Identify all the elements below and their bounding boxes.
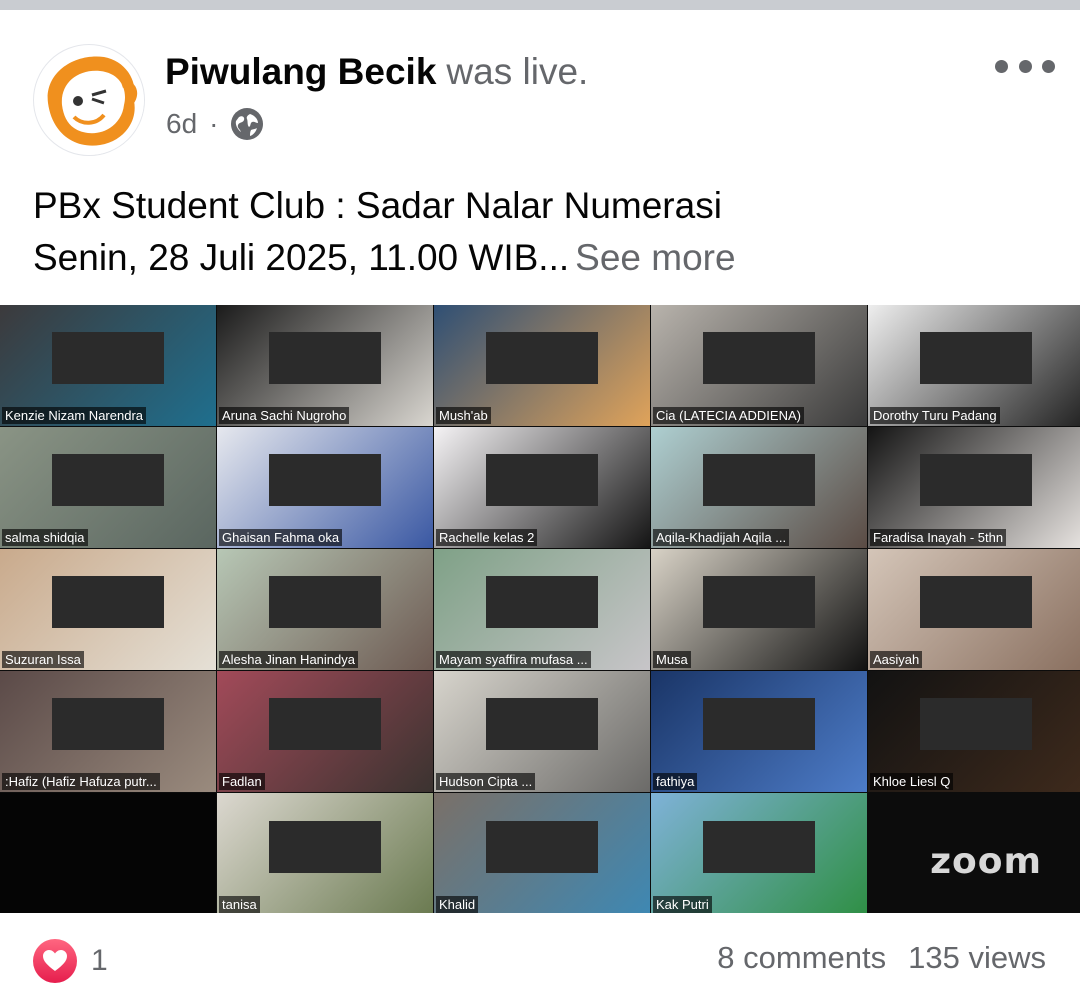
participant-tile: Cia (LATECIA ADDIENA) bbox=[651, 305, 867, 426]
face-redaction-box bbox=[920, 454, 1032, 507]
top-divider bbox=[0, 0, 1080, 10]
caption-line-2: Senin, 28 Juli 2025, 11.00 WIB... See mor… bbox=[33, 232, 1053, 284]
participant-name: fathiya bbox=[653, 773, 698, 790]
face-redaction-box bbox=[486, 576, 598, 629]
participant-name: Aasiyah bbox=[870, 651, 923, 668]
participant-tile: Mayam syaffira mufasa ... bbox=[434, 549, 650, 670]
participant-name: Khalid bbox=[436, 896, 479, 913]
participant-tile: zoom bbox=[868, 793, 1080, 915]
participant-name: Cia (LATECIA ADDIENA) bbox=[653, 407, 804, 424]
face-redaction-box bbox=[52, 698, 164, 751]
participant-name: Aqila-Khadijah Aqila ... bbox=[653, 529, 790, 546]
comments-count-link[interactable]: 8 comments bbox=[717, 940, 886, 975]
participant-tile: tanisa bbox=[217, 793, 433, 915]
face-redaction-box bbox=[486, 454, 598, 507]
participant-tile: Suzuran Issa bbox=[0, 549, 216, 670]
participant-name: Alesha Jinan Hanindya bbox=[219, 651, 358, 668]
participant-tile: Hudson Cipta ... bbox=[434, 671, 650, 792]
globe-icon[interactable] bbox=[230, 107, 264, 141]
participant-tile: Aqila-Khadijah Aqila ... bbox=[651, 427, 867, 548]
face-redaction-box bbox=[486, 698, 598, 751]
participant-tile bbox=[0, 793, 216, 915]
post-caption: PBx Student Club : Sadar Nalar Numerasi … bbox=[33, 180, 1053, 284]
post-stats: 8 comments 135 views bbox=[717, 940, 1046, 976]
participant-tile: Aruna Sachi Nugroho bbox=[217, 305, 433, 426]
face-redaction-box bbox=[269, 576, 381, 629]
participant-tile: Khalid bbox=[434, 793, 650, 915]
post-time[interactable]: 6d bbox=[166, 108, 197, 140]
participant-name: Fadlan bbox=[219, 773, 265, 790]
face-redaction-box bbox=[52, 332, 164, 385]
participant-tile: Alesha Jinan Hanindya bbox=[217, 549, 433, 670]
participant-tile: Fadlan bbox=[217, 671, 433, 792]
participant-tile: Rachelle kelas 2 bbox=[434, 427, 650, 548]
heart-reaction-icon bbox=[33, 939, 77, 983]
mascot-logo-icon bbox=[36, 47, 144, 155]
face-redaction-box bbox=[703, 454, 815, 507]
participant-name: Faradisa Inayah - 5thn bbox=[870, 529, 1007, 546]
reaction-count: 1 bbox=[91, 944, 108, 977]
more-dot bbox=[995, 59, 1008, 73]
participant-name: Mayam syaffira mufasa ... bbox=[436, 651, 591, 668]
participant-tile: Aasiyah bbox=[868, 549, 1080, 670]
post-header: Piwulang Becik was live. bbox=[165, 48, 588, 96]
participant-name: :Hafiz (Hafiz Hafuza putr... bbox=[2, 773, 160, 790]
live-status-text: was live. bbox=[446, 51, 589, 92]
face-redaction-box bbox=[486, 820, 598, 873]
participant-name: tanisa bbox=[219, 896, 260, 913]
face-redaction-box bbox=[703, 576, 815, 629]
caption-line-1: PBx Student Club : Sadar Nalar Numerasi bbox=[33, 185, 722, 226]
participant-name: Aruna Sachi Nugroho bbox=[219, 407, 350, 424]
participant-tile: Mush'ab bbox=[434, 305, 650, 426]
participant-tile: salma shidqia bbox=[0, 427, 216, 548]
face-redaction-box bbox=[269, 698, 381, 751]
participant-name: Kak Putri bbox=[653, 896, 712, 913]
see-more-link[interactable]: See more bbox=[575, 237, 735, 278]
participant-name: Khloe Liesl Q bbox=[870, 773, 954, 790]
participant-tile: Ghaisan Fahma oka bbox=[217, 427, 433, 548]
participant-tile: Khloe Liesl Q bbox=[868, 671, 1080, 792]
participant-name: Hudson Cipta ... bbox=[436, 773, 536, 790]
participant-name: Musa bbox=[653, 651, 691, 668]
participant-name: Kenzie Nizam Narendra bbox=[2, 407, 147, 424]
participant-name: Ghaisan Fahma oka bbox=[219, 529, 343, 546]
participant-tile: Kak Putri bbox=[651, 793, 867, 915]
caption-line-2-text: Senin, 28 Juli 2025, 11.00 WIB... bbox=[33, 237, 570, 278]
face-redaction-box bbox=[269, 332, 381, 385]
participant-tile: :Hafiz (Hafiz Hafuza putr... bbox=[0, 671, 216, 792]
post-footer: 1 8 comments 135 views bbox=[0, 913, 1080, 997]
face-redaction-box bbox=[703, 820, 815, 873]
face-redaction-box bbox=[920, 698, 1032, 751]
participant-tile: fathiya bbox=[651, 671, 867, 792]
participant-name: salma shidqia bbox=[2, 529, 88, 546]
participant-name: Mush'ab bbox=[436, 407, 491, 424]
face-redaction-box bbox=[920, 332, 1032, 385]
reactions[interactable]: 1 bbox=[33, 939, 108, 983]
live-video-thumbnail[interactable]: Kenzie Nizam Narendra Aruna Sachi Nugroho… bbox=[0, 305, 1080, 915]
participant-tile: Kenzie Nizam Narendra bbox=[0, 305, 216, 426]
participant-tile: Dorothy Turu Padang bbox=[868, 305, 1080, 426]
more-dot bbox=[1018, 59, 1032, 73]
post-meta: 6d · bbox=[166, 105, 264, 143]
participant-name: Dorothy Turu Padang bbox=[870, 407, 1000, 424]
more-options-icon[interactable] bbox=[995, 48, 1055, 84]
participant-tile: Faradisa Inayah - 5thn bbox=[868, 427, 1080, 548]
face-redaction-box bbox=[486, 332, 598, 385]
face-redaction-box bbox=[920, 576, 1032, 629]
face-redaction-box bbox=[269, 820, 381, 873]
face-redaction-box bbox=[269, 454, 381, 507]
participant-name: Rachelle kelas 2 bbox=[436, 529, 538, 546]
face-redaction-box bbox=[52, 454, 164, 507]
meta-separator: · bbox=[209, 108, 219, 139]
face-redaction-box bbox=[703, 698, 815, 751]
participant-name: Suzuran Issa bbox=[2, 651, 84, 668]
page-avatar[interactable] bbox=[33, 44, 145, 156]
face-redaction-box bbox=[703, 332, 815, 385]
participant-tile: Musa bbox=[651, 549, 867, 670]
zoom-watermark: zoom bbox=[930, 841, 1042, 882]
more-dot bbox=[1042, 59, 1055, 73]
face-redaction-box bbox=[52, 576, 164, 629]
author-name[interactable]: Piwulang Becik bbox=[165, 51, 436, 92]
views-count: 135 views bbox=[908, 940, 1046, 975]
